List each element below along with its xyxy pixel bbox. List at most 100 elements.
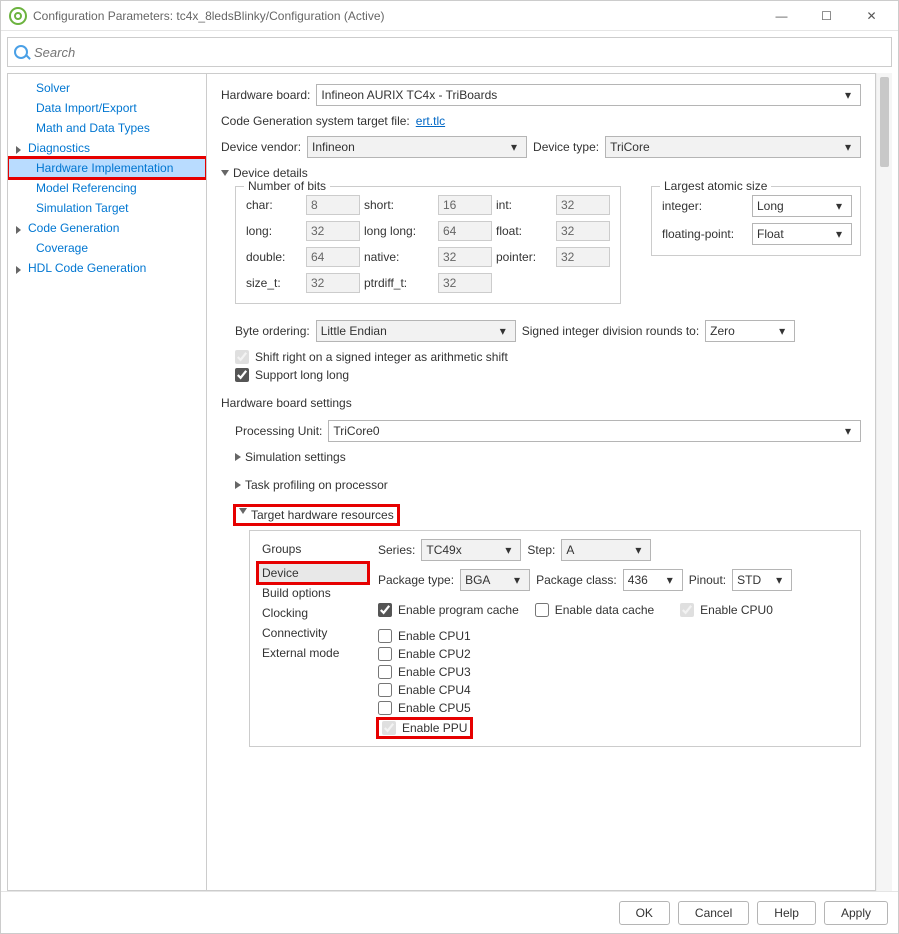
chevron-down-icon: ▾ <box>771 573 787 587</box>
ptrdiff-label: ptrdiff_t: <box>364 276 434 290</box>
enable-cpu2-checkbox[interactable]: Enable CPU2 <box>378 647 852 661</box>
sizet-label: size_t: <box>246 276 302 290</box>
sidebar: Solver Data Import/Export Math and Data … <box>7 73 207 891</box>
pinout-value: STD <box>737 573 761 587</box>
target-hw-res-toggle[interactable]: Target hardware resources <box>235 506 861 524</box>
sidebar-item-model-referencing[interactable]: Model Referencing <box>8 178 206 198</box>
devtype-select: TriCore ▾ <box>605 136 861 158</box>
enable-ppu-label: Enable PPU <box>402 721 467 735</box>
enable-prog-cache-checkbox[interactable]: Enable program cache <box>378 603 519 617</box>
titlebar: Configuration Parameters: tc4x_8ledsBlin… <box>1 1 898 31</box>
support-longlong-checkbox[interactable]: Support long long <box>235 368 861 382</box>
ok-button[interactable]: OK <box>619 901 670 925</box>
ptrdiff-input <box>438 273 492 293</box>
procunit-select[interactable]: TriCore0▾ <box>328 420 861 442</box>
cancel-button[interactable]: Cancel <box>678 901 749 925</box>
sidebar-item-code-generation[interactable]: Code Generation <box>8 218 206 238</box>
task-profiling-toggle[interactable]: Task profiling on processor <box>235 478 861 492</box>
device-form: Series: TC49x ▾ Step: A▾ Package type: BG… <box>378 539 852 738</box>
maximize-button[interactable]: ☐ <box>804 2 849 30</box>
vendor-value: Infineon <box>312 140 355 154</box>
chevron-down-icon: ▾ <box>831 199 847 213</box>
pkgtype-label: Package type: <box>378 573 454 587</box>
scrollbar-thumb[interactable] <box>880 77 889 167</box>
sidebar-item-hardware-implementation[interactable]: Hardware Implementation <box>8 158 206 178</box>
atomic-int-label: integer: <box>662 199 748 213</box>
chevron-down-icon: ▾ <box>630 543 646 557</box>
signed-div-label: Signed integer division rounds to: <box>522 324 699 338</box>
sidebar-item-diagnostics[interactable]: Diagnostics <box>8 138 206 158</box>
sidebar-item-coverage[interactable]: Coverage <box>8 238 206 258</box>
char-label: char: <box>246 198 302 212</box>
atomic-fp-value: Float <box>757 227 784 241</box>
config-window: Configuration Parameters: tc4x_8ledsBlin… <box>0 0 899 934</box>
pinout-label: Pinout: <box>689 573 726 587</box>
apply-button[interactable]: Apply <box>824 901 888 925</box>
device-details-toggle[interactable]: Device details <box>221 166 861 180</box>
devtype-value: TriCore <box>610 140 650 154</box>
simulation-settings-toggle[interactable]: Simulation settings <box>235 450 861 464</box>
vendor-label: Device vendor: <box>221 140 301 154</box>
hwboard-select[interactable]: Infineon AURIX TC4x - TriBoards ▾ <box>316 84 861 106</box>
groups-caption: Groups <box>258 539 368 559</box>
close-button[interactable]: ✕ <box>849 2 894 30</box>
hwboard-label: Hardware board: <box>221 88 310 102</box>
sidebar-item-solver[interactable]: Solver <box>8 78 206 98</box>
chevron-down-icon <box>239 508 247 514</box>
native-input <box>438 247 492 267</box>
hwboard-value: Infineon AURIX TC4x - TriBoards <box>321 88 497 102</box>
body: Solver Data Import/Export Math and Data … <box>7 73 892 891</box>
enable-cpu4-checkbox[interactable]: Enable CPU4 <box>378 683 852 697</box>
pkgclass-select[interactable]: 436▾ <box>623 569 683 591</box>
atomic-fp-select[interactable]: Float ▾ <box>752 223 852 245</box>
series-value: TC49x <box>426 543 461 557</box>
sidebar-item-hdl-code-generation[interactable]: HDL Code Generation <box>8 258 206 278</box>
chevron-down-icon: ▾ <box>840 140 856 154</box>
codegen-target-link[interactable]: ert.tlc <box>416 114 445 128</box>
enable-cpu3-label: Enable CPU3 <box>398 665 471 679</box>
group-clocking[interactable]: Clocking <box>258 603 368 623</box>
step-select: A▾ <box>561 539 651 561</box>
enable-cpu5-checkbox[interactable]: Enable CPU5 <box>378 701 852 715</box>
sidebar-item-simulation-target[interactable]: Simulation Target <box>8 198 206 218</box>
int-label: int: <box>496 198 552 212</box>
pkgclass-value: 436 <box>628 573 648 587</box>
vertical-scrollbar[interactable] <box>876 73 892 891</box>
sidebar-item-data-import-export[interactable]: Data Import/Export <box>8 98 206 118</box>
search-input[interactable] <box>34 45 885 60</box>
enable-data-cache-checkbox[interactable]: Enable data cache <box>535 603 654 617</box>
enable-cpu1-checkbox[interactable]: Enable CPU1 <box>378 629 852 643</box>
double-input <box>306 247 360 267</box>
signed-div-select[interactable]: Zero▾ <box>705 320 795 342</box>
pointer-label: pointer: <box>496 250 552 264</box>
devtype-label: Device type: <box>533 140 599 154</box>
enable-data-cache-label: Enable data cache <box>555 603 654 617</box>
group-external-mode[interactable]: External mode <box>258 643 368 663</box>
chevron-down-icon: ▾ <box>831 227 847 241</box>
search-bar[interactable] <box>7 37 892 67</box>
atomic-fp-label: floating-point: <box>662 227 748 241</box>
help-button[interactable]: Help <box>757 901 816 925</box>
procunit-value: TriCore0 <box>333 424 379 438</box>
sizet-input <box>306 273 360 293</box>
enable-cpu3-checkbox[interactable]: Enable CPU3 <box>378 665 852 679</box>
step-label: Step: <box>527 543 555 557</box>
enable-cpu0-label: Enable CPU0 <box>700 603 773 617</box>
enable-cpu1-label: Enable CPU1 <box>398 629 471 643</box>
chevron-down-icon: ▾ <box>840 88 856 102</box>
pointer-input <box>556 247 610 267</box>
byteorder-select: Little Endian▾ <box>316 320 516 342</box>
pinout-select[interactable]: STD ▾ <box>732 569 792 591</box>
enable-cpu0-checkbox: Enable CPU0 <box>680 603 773 617</box>
target-hw-res-label: Target hardware resources <box>251 508 394 522</box>
group-connectivity[interactable]: Connectivity <box>258 623 368 643</box>
group-build-options[interactable]: Build options <box>258 583 368 603</box>
series-label: Series: <box>378 543 415 557</box>
simulation-settings-label: Simulation settings <box>245 450 346 464</box>
pkgtype-select: BGA▾ <box>460 569 530 591</box>
minimize-button[interactable]: — <box>759 2 804 30</box>
atomic-int-select[interactable]: Long▾ <box>752 195 852 217</box>
group-device[interactable]: Device <box>258 563 368 583</box>
sidebar-item-math-data-types[interactable]: Math and Data Types <box>8 118 206 138</box>
enable-cpu5-label: Enable CPU5 <box>398 701 471 715</box>
